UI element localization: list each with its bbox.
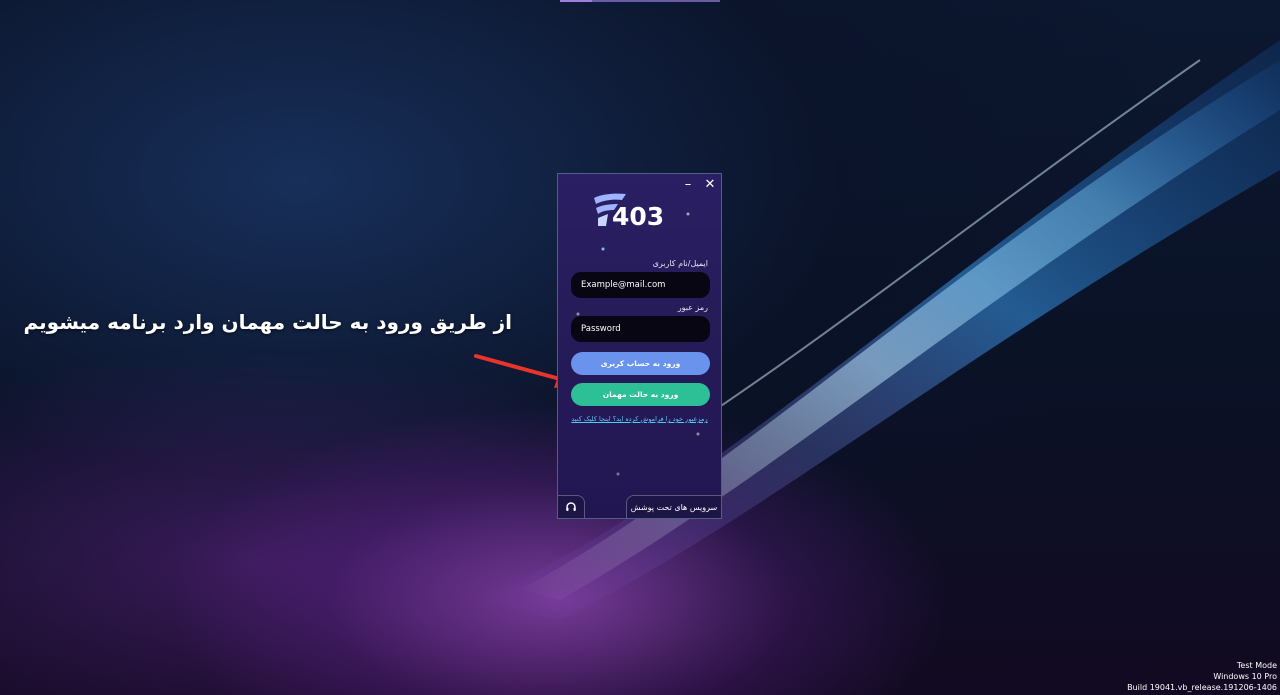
close-button[interactable]: ✕ xyxy=(704,178,716,192)
minimize-button[interactable]: – xyxy=(682,178,694,192)
annotation-caption: از طریق ورود به حالت مهمان وارد برنامه م… xyxy=(23,310,512,334)
watermark-line: Windows 10 Pro xyxy=(1213,672,1277,681)
supported-services-button[interactable]: سرویس های تحت پوشش xyxy=(626,495,721,518)
top-edge-bar xyxy=(560,0,720,2)
password-label: رمز عبور xyxy=(677,303,708,312)
window-controls: – ✕ xyxy=(682,178,716,192)
email-field[interactable]: Example@mail.com xyxy=(571,272,710,298)
email-label: ایمیل/نام کاربری xyxy=(652,259,708,268)
password-field[interactable]: Password xyxy=(571,316,710,342)
desktop: از طریق ورود به حالت مهمان وارد برنامه م… xyxy=(0,0,1280,695)
headset-icon xyxy=(566,502,576,511)
windows-watermark: Test Mode Windows 10 Pro Build 19041.vb_… xyxy=(1127,660,1277,693)
support-button[interactable] xyxy=(558,495,585,518)
guest-login-button[interactable]: ورود به حالت مهمان xyxy=(571,383,710,406)
forgot-password-link[interactable]: رمزعبور خود را فراموش کرده اید؟ اینجا کل… xyxy=(558,415,721,423)
login-button[interactable]: ورود به حساب کربری xyxy=(571,352,710,375)
login-window: – ✕ 403 ایمیل/نام کاربری Example@mail.co… xyxy=(557,173,722,519)
app-logo: 403 xyxy=(594,193,664,230)
watermark-line: Build 19041.vb_release.191206-1406 xyxy=(1127,683,1277,692)
logo-text: 403 xyxy=(612,202,664,230)
watermark-line: Test Mode xyxy=(1236,661,1277,670)
